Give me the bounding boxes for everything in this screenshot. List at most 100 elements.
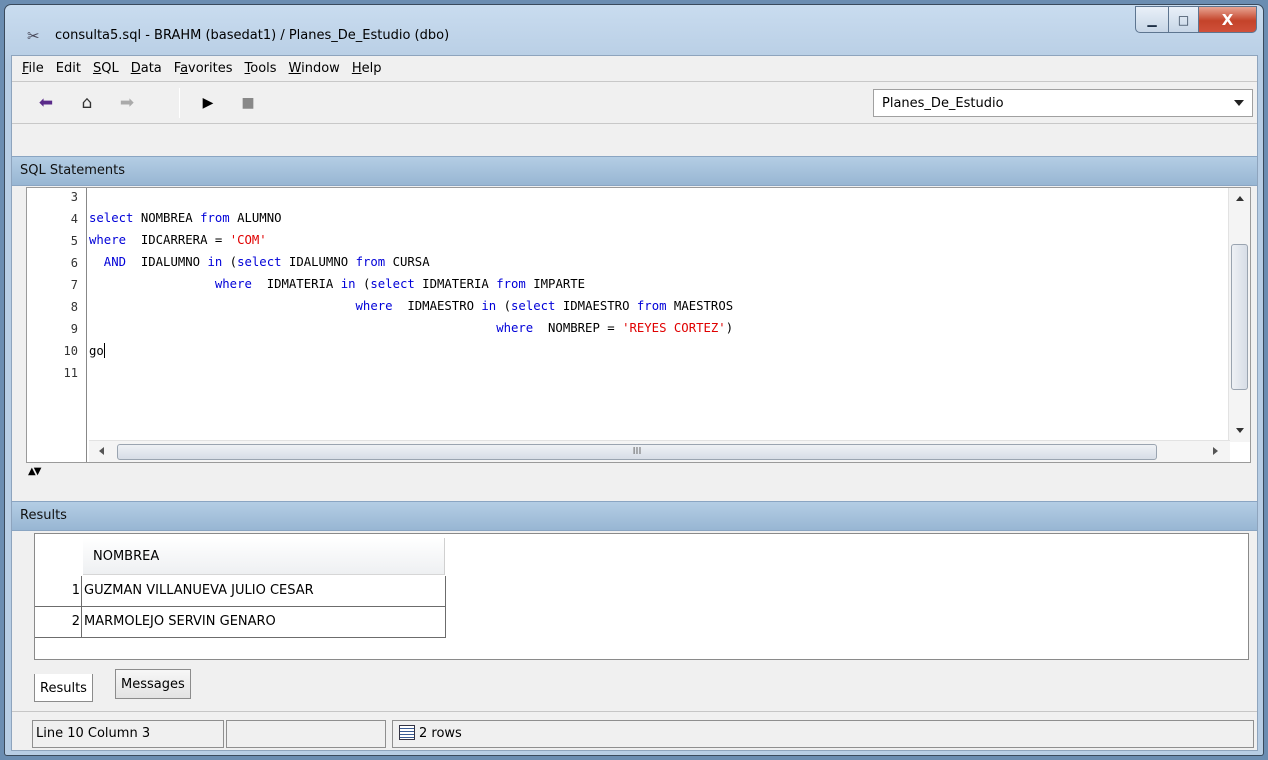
- sql-keyword: from: [636, 299, 667, 313]
- scroll-right-icon[interactable]: [1213, 447, 1218, 455]
- results-grid[interactable]: NOMBREA 1 GUZMAN VILLANUEVA JULIO CESAR …: [34, 533, 1249, 660]
- horizontal-scrollbar[interactable]: III: [89, 440, 1230, 462]
- code-line: where IDCARRERA = 'COM': [89, 233, 267, 247]
- text-caret: [103, 343, 105, 358]
- sql-text: IDMATERIA: [414, 277, 497, 291]
- vertical-scrollbar[interactable]: [1228, 188, 1250, 442]
- menu-favorites[interactable]: Favorites: [172, 59, 235, 78]
- results-header: Results: [12, 501, 1257, 531]
- sql-text: ALUMNO: [229, 211, 282, 225]
- horizontal-scroll-thumb[interactable]: III: [117, 444, 1157, 460]
- scroll-down-icon[interactable]: [1236, 428, 1244, 433]
- close-button[interactable]: X: [1199, 6, 1257, 33]
- sql-text: CURSA: [385, 255, 430, 269]
- row-count: 2 rows: [392, 720, 1254, 748]
- sql-statements-header: SQL Statements: [12, 156, 1257, 186]
- sql-text: IDMATERIA: [251, 277, 341, 291]
- code-line: where IDMATERIA in (select IDMATERIA fro…: [89, 277, 585, 291]
- sql-string: 'REYES CORTEZ': [622, 321, 726, 335]
- code-line: AND IDALUMNO in (select IDALUMNO from CU…: [89, 255, 430, 269]
- sql-keyword: AND: [89, 255, 127, 269]
- line-number: 8: [70, 300, 78, 314]
- sql-keyword: select: [370, 277, 415, 291]
- sql-keyword: select: [89, 211, 134, 225]
- line-number: 5: [70, 234, 78, 248]
- back-icon[interactable]: ⬅: [34, 91, 58, 115]
- client-area: File Edit SQL Data Favorites Tools Windo…: [11, 55, 1258, 751]
- sql-keyword: select: [511, 299, 556, 313]
- menu-help[interactable]: Help: [350, 59, 384, 78]
- maximize-button[interactable]: □: [1169, 6, 1199, 33]
- splitter-arrows-icon[interactable]: ▲▼: [28, 467, 41, 477]
- sql-text: IDMAESTRO: [555, 299, 637, 313]
- table-row[interactable]: 1 GUZMAN VILLANUEVA JULIO CESAR: [35, 576, 446, 607]
- cursor-position: Line 10 Column 3: [32, 720, 224, 748]
- book-icon[interactable]: ⌂: [75, 91, 99, 115]
- sql-text: ): [725, 321, 734, 335]
- chevron-down-icon: [1234, 100, 1244, 106]
- database-select[interactable]: Planes_De_Estudio: [873, 89, 1253, 117]
- database-select-value: Planes_De_Estudio: [882, 95, 1004, 111]
- sql-text: IDALUMNO: [281, 255, 356, 269]
- table-cell[interactable]: MARMOLEJO SERVIN GENARO: [84, 607, 276, 637]
- menu-tools[interactable]: Tools: [243, 59, 279, 78]
- minimize-button[interactable]: ▁: [1135, 6, 1169, 33]
- forward-icon[interactable]: ➡: [115, 91, 139, 115]
- sql-keyword: where: [89, 233, 127, 247]
- menu-window[interactable]: Window: [287, 59, 342, 78]
- toolbar: ⬅ ⌂ ➡ ▶ ■ Planes_De_Estudio: [12, 82, 1257, 124]
- menu-edit[interactable]: Edit: [54, 59, 83, 78]
- sql-text: MAESTROS: [666, 299, 734, 313]
- sql-keyword: where: [214, 277, 252, 291]
- tab-results[interactable]: Results: [34, 674, 93, 702]
- menu-sql[interactable]: SQL: [91, 59, 121, 78]
- table-cell[interactable]: GUZMAN VILLANUEVA JULIO CESAR: [84, 576, 314, 606]
- stop-icon[interactable]: ■: [236, 91, 260, 115]
- menu-file[interactable]: File: [20, 59, 46, 78]
- application-window: ✂ consulta5.sql - BRAHM (basedat1) / Pla…: [4, 4, 1264, 756]
- sql-keyword: in: [340, 277, 356, 291]
- sql-text: IDALUMNO: [126, 255, 208, 269]
- sql-text: NOMBREA: [133, 211, 201, 225]
- sql-text: IMPARTE: [525, 277, 586, 291]
- sql-text: (: [222, 255, 238, 269]
- sql-editor[interactable]: 3 4 5 6 7 8 9 10 11 select NOMBREA from ALUMNO wh…: [26, 187, 1251, 463]
- window-title: consulta5.sql - BRAHM (basedat1) / Plane…: [55, 28, 450, 43]
- sql-keyword: select: [237, 255, 282, 269]
- line-number: 9: [70, 322, 78, 336]
- line-number: 6: [70, 256, 78, 270]
- line-number: 3: [70, 190, 78, 204]
- title-bar[interactable]: ✂ consulta5.sql - BRAHM (basedat1) / Pla…: [5, 5, 1263, 55]
- sql-text: NOMBREP =: [533, 321, 623, 335]
- minimize-icon: ▁: [1147, 12, 1157, 27]
- sql-keyword: in: [207, 255, 223, 269]
- column-header-nombrea[interactable]: NOMBREA: [83, 538, 445, 575]
- window-controls: ▁ □ X: [1135, 6, 1257, 33]
- scroll-left-icon[interactable]: [99, 447, 104, 455]
- row-number: 2: [35, 607, 82, 637]
- sql-text: (: [355, 277, 371, 291]
- code-line: where IDMAESTRO in (select IDMAESTRO fro…: [89, 299, 734, 313]
- sql-text: IDMAESTRO: [392, 299, 482, 313]
- code-line: select NOMBREA from ALUMNO: [89, 211, 282, 225]
- line-number: 10: [63, 344, 78, 358]
- status-panel-empty: [226, 720, 386, 748]
- tab-messages[interactable]: Messages: [115, 669, 191, 699]
- grid-icon: [399, 725, 415, 740]
- toolbar-separator: [179, 88, 180, 118]
- scroll-up-icon[interactable]: [1236, 196, 1244, 201]
- status-bar: Line 10 Column 3 2 rows: [12, 711, 1257, 749]
- table-row[interactable]: 2 MARMOLEJO SERVIN GENARO: [35, 607, 446, 638]
- vertical-scroll-thumb[interactable]: [1231, 244, 1248, 390]
- close-icon: X: [1221, 10, 1234, 29]
- sql-keyword: in: [481, 299, 497, 313]
- result-tabs: Results Messages: [12, 669, 1257, 702]
- sql-keyword: from: [355, 255, 386, 269]
- sql-keyword: where: [496, 321, 534, 335]
- execute-icon[interactable]: ▶: [196, 91, 220, 115]
- row-count-label: 2 rows: [419, 726, 462, 741]
- menu-data[interactable]: Data: [129, 59, 164, 78]
